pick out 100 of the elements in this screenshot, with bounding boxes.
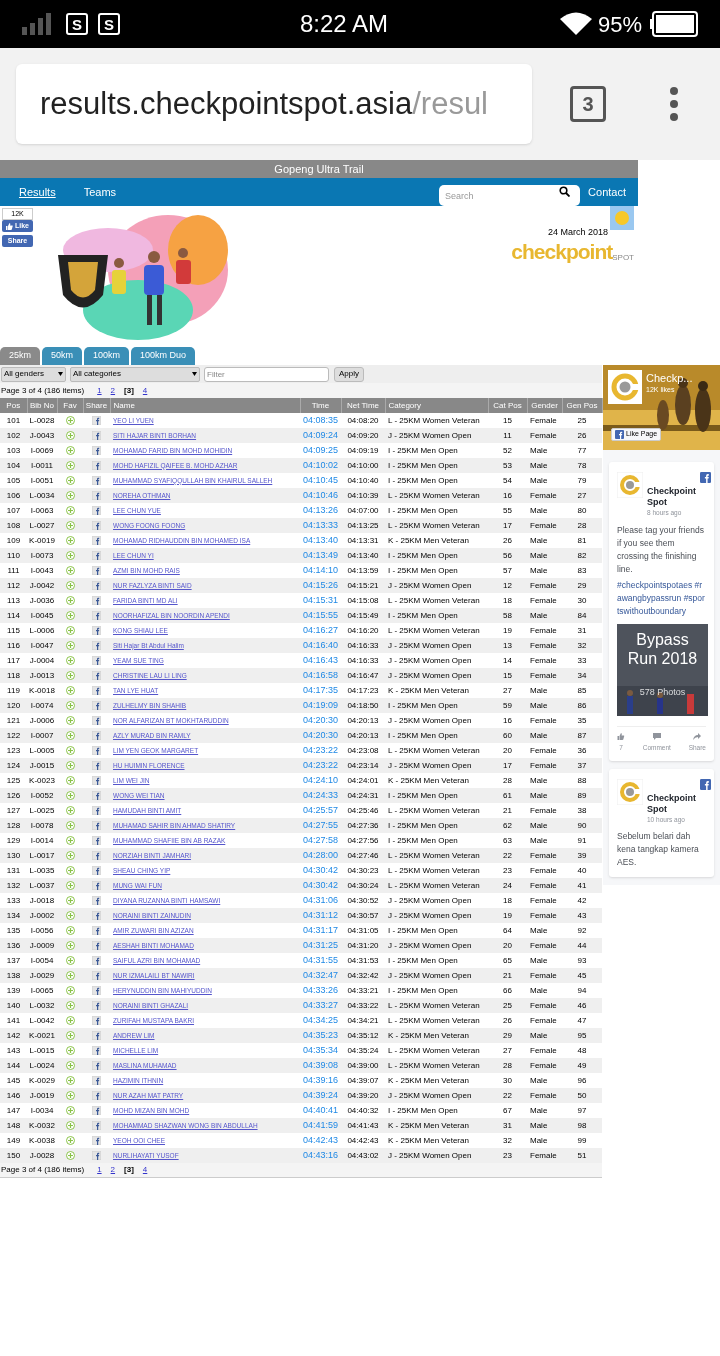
table-cell: L - 25KM Women Veteran bbox=[385, 878, 488, 893]
add-favorite-icon[interactable] bbox=[65, 596, 75, 605]
distance-tab[interactable]: 25km bbox=[0, 347, 40, 365]
page-link[interactable]: 2 bbox=[110, 1164, 116, 1176]
table-cell: 18 bbox=[488, 893, 527, 908]
category-select[interactable]: All categories bbox=[70, 366, 200, 382]
add-favorite-icon[interactable] bbox=[65, 806, 75, 815]
add-favorite-icon[interactable] bbox=[65, 866, 75, 875]
add-favorite-icon[interactable] bbox=[65, 746, 75, 755]
add-favorite-icon[interactable] bbox=[65, 851, 75, 860]
table-cell: 85 bbox=[562, 683, 602, 698]
album-card[interactable]: Bypass Run 2018 578 Photos bbox=[617, 623, 708, 716]
add-favorite-icon[interactable] bbox=[65, 671, 75, 680]
add-favorite-icon[interactable] bbox=[65, 971, 75, 980]
table-cell: 04:30:23 bbox=[341, 863, 385, 878]
search-icon[interactable] bbox=[559, 185, 571, 197]
add-favorite-icon[interactable] bbox=[65, 701, 75, 710]
finish-time: 04:15:55 bbox=[300, 608, 341, 623]
table-cell: J - 25KM Women Open bbox=[385, 578, 488, 593]
add-favorite-icon[interactable] bbox=[65, 791, 75, 800]
add-favorite-icon[interactable] bbox=[65, 821, 75, 830]
add-favorite-icon[interactable] bbox=[65, 686, 75, 695]
add-favorite-icon[interactable] bbox=[65, 431, 75, 440]
add-favorite-icon[interactable] bbox=[65, 1076, 75, 1085]
add-favorite-icon[interactable] bbox=[65, 551, 75, 560]
table-cell: 79 bbox=[562, 473, 602, 488]
table-cell: J - 25KM Women Open bbox=[385, 638, 488, 653]
contact-link[interactable]: Contact bbox=[588, 183, 626, 201]
add-favorite-icon[interactable] bbox=[65, 566, 75, 575]
page-link[interactable]: 1 bbox=[97, 384, 102, 397]
table-cell: I - 25KM Men Open bbox=[385, 473, 488, 488]
add-favorite-icon[interactable] bbox=[65, 536, 75, 545]
search-field[interactable]: Search bbox=[439, 185, 581, 206]
add-favorite-icon[interactable] bbox=[65, 1106, 75, 1115]
add-favorite-icon[interactable] bbox=[65, 1091, 75, 1100]
gender-select[interactable]: All genders bbox=[1, 366, 66, 382]
tab-count-button[interactable]: 3 bbox=[570, 86, 606, 122]
table-cell: 135 bbox=[0, 923, 27, 938]
add-favorite-icon[interactable] bbox=[65, 731, 75, 740]
add-favorite-icon[interactable] bbox=[65, 1151, 75, 1160]
add-favorite-icon[interactable] bbox=[65, 476, 75, 485]
finish-time: 04:30:42 bbox=[300, 863, 341, 878]
add-favorite-icon[interactable] bbox=[65, 776, 75, 785]
add-favorite-icon[interactable] bbox=[65, 461, 75, 470]
apply-button[interactable]: Apply bbox=[334, 366, 364, 382]
add-favorite-icon[interactable] bbox=[65, 881, 75, 890]
add-favorite-icon[interactable] bbox=[65, 581, 75, 590]
comment-icon bbox=[652, 732, 661, 740]
page-link[interactable]: 1 bbox=[97, 1164, 102, 1176]
table-cell: J - 25KM Women Open bbox=[385, 758, 488, 773]
add-favorite-icon[interactable] bbox=[65, 1121, 75, 1130]
page-link[interactable]: 2 bbox=[110, 384, 116, 397]
add-favorite-icon[interactable] bbox=[65, 761, 75, 770]
add-favorite-icon[interactable] bbox=[65, 1016, 75, 1025]
add-favorite-icon[interactable] bbox=[65, 491, 75, 500]
add-favorite-icon[interactable] bbox=[65, 641, 75, 650]
filter-field[interactable]: Filter bbox=[204, 366, 329, 382]
add-favorite-icon[interactable] bbox=[65, 416, 75, 425]
add-favorite-icon[interactable] bbox=[65, 656, 75, 665]
add-favorite-icon[interactable] bbox=[65, 1136, 75, 1145]
add-favorite-icon[interactable] bbox=[65, 941, 75, 950]
distance-tab[interactable]: 50km bbox=[42, 347, 83, 365]
page-link[interactable]: [3] bbox=[124, 1164, 134, 1176]
table-cell: 04:23:14 bbox=[341, 758, 385, 773]
add-favorite-icon[interactable] bbox=[65, 716, 75, 725]
menu-icon[interactable] bbox=[670, 87, 678, 121]
table-cell: 04:24:31 bbox=[341, 788, 385, 803]
page-link[interactable]: 4 bbox=[142, 384, 148, 397]
nav-link[interactable]: Results bbox=[19, 183, 56, 201]
signal-icon bbox=[22, 13, 52, 35]
add-favorite-icon[interactable] bbox=[65, 896, 75, 905]
add-favorite-icon[interactable] bbox=[65, 986, 75, 995]
page-link[interactable]: 4 bbox=[142, 1164, 148, 1176]
add-favorite-icon[interactable] bbox=[65, 611, 75, 620]
add-favorite-icon[interactable] bbox=[65, 626, 75, 635]
address-bar[interactable]: results.checkpointspot.asia/resul bbox=[16, 64, 532, 144]
distance-tab[interactable]: 100km bbox=[84, 347, 130, 365]
add-favorite-icon[interactable] bbox=[65, 1046, 75, 1055]
add-favorite-icon[interactable] bbox=[65, 956, 75, 965]
hashtag-links[interactable]: #checkpointspotaes #rawangbypassrun #sportswithoutboundary bbox=[617, 578, 706, 618]
table-cell: 17 bbox=[488, 518, 527, 533]
table-cell: 20 bbox=[488, 938, 527, 953]
facebook-share-icon bbox=[92, 551, 101, 560]
nav-link[interactable]: Teams bbox=[83, 183, 117, 201]
facebook-share-icon bbox=[92, 536, 101, 545]
distance-tab[interactable]: 100km Duo bbox=[131, 347, 196, 365]
add-favorite-icon[interactable] bbox=[65, 1031, 75, 1040]
facebook-share-icon bbox=[92, 941, 101, 950]
add-favorite-icon[interactable] bbox=[65, 836, 75, 845]
add-favorite-icon[interactable] bbox=[65, 1001, 75, 1010]
finish-time: 04:17:35 bbox=[300, 683, 341, 698]
add-favorite-icon[interactable] bbox=[65, 911, 75, 920]
finish-time: 04:30:42 bbox=[300, 878, 341, 893]
add-favorite-icon[interactable] bbox=[65, 446, 75, 455]
add-favorite-icon[interactable] bbox=[65, 506, 75, 515]
finish-time: 04:25:57 bbox=[300, 803, 341, 818]
page-link[interactable]: [3] bbox=[124, 384, 134, 397]
add-favorite-icon[interactable] bbox=[65, 926, 75, 935]
add-favorite-icon[interactable] bbox=[65, 1061, 75, 1070]
add-favorite-icon[interactable] bbox=[65, 521, 75, 530]
